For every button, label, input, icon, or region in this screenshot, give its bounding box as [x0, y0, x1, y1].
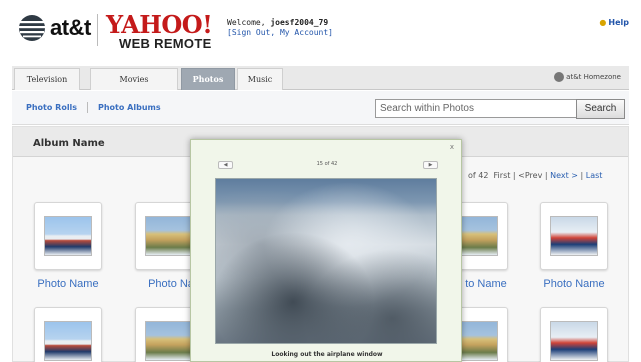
- pager: of 42 First | <Prev | Next > | Last: [468, 171, 603, 180]
- yahoo-wordmark: YAHOO!: [106, 10, 213, 39]
- account-links[interactable]: [Sign Out, My Account]: [227, 28, 333, 38]
- welcome-message: Welcome, joesf2004_79: [227, 18, 328, 28]
- next-photo-button[interactable]: ▶: [423, 161, 438, 169]
- main-tab-bar: Television Movies Photos Music at&t Home…: [12, 66, 629, 90]
- pager-last[interactable]: Last: [586, 171, 603, 180]
- photo-viewer-modal: x ◀ 15 of 42 ▶ Looking out the airplane …: [190, 139, 462, 362]
- tab-television[interactable]: Television: [14, 68, 80, 90]
- photo-albums-link[interactable]: Photo Albums: [98, 103, 161, 112]
- photos-subnav: Photo Rolls Photo Albums Search within P…: [12, 91, 629, 125]
- help-link[interactable]: ● Help: [599, 18, 629, 27]
- tab-movies[interactable]: Movies: [90, 68, 178, 90]
- tab-music[interactable]: Music: [237, 68, 283, 90]
- pager-first[interactable]: First: [494, 171, 511, 180]
- photo-name[interactable]: Photo Name: [25, 278, 111, 290]
- tab-photos[interactable]: Photos: [181, 68, 235, 90]
- pager-count: of 42: [468, 171, 489, 180]
- viewer-photo: [215, 178, 437, 344]
- pager-prev[interactable]: <Prev: [518, 171, 542, 180]
- att-globe-small-icon: [554, 72, 565, 82]
- album-name: Album Name: [33, 138, 105, 149]
- product-name: WEB REMOTE: [119, 36, 212, 51]
- photo-thumbnail[interactable]: [540, 307, 608, 362]
- search-input[interactable]: Search within Photos: [375, 99, 601, 118]
- photo-image: [145, 216, 193, 256]
- help-label: Help: [608, 18, 629, 27]
- photo-image: [44, 216, 92, 256]
- photo-rolls-link[interactable]: Photo Rolls: [26, 103, 77, 112]
- photo-image: [550, 321, 598, 361]
- welcome-prefix: Welcome,: [227, 18, 271, 27]
- photo-name[interactable]: Photo Name: [531, 278, 617, 290]
- photo-image: [44, 321, 92, 361]
- photo-thumbnail[interactable]: [34, 307, 102, 362]
- search-button[interactable]: Search: [576, 99, 625, 119]
- photo-thumbnail[interactable]: [34, 202, 102, 270]
- att-wordmark: at&t: [50, 15, 91, 40]
- photo-caption: Looking out the airplane window: [271, 351, 383, 358]
- close-icon[interactable]: x: [450, 143, 454, 151]
- homezone-label: at&t Homezone: [566, 73, 621, 81]
- homezone-brand: at&t Homezone: [554, 72, 621, 82]
- photo-thumbnail[interactable]: [540, 202, 608, 270]
- lightbulb-icon: ●: [599, 18, 607, 27]
- app-header: at&t YAHOO! WEB REMOTE Welcome, joesf200…: [0, 0, 641, 62]
- photo-image: [550, 216, 598, 256]
- subnav-divider: [87, 102, 88, 113]
- username: joesf2004_79: [270, 18, 329, 27]
- logo-divider: [97, 14, 98, 46]
- chevron-right-icon: ▶: [428, 162, 433, 168]
- pager-next[interactable]: Next >: [550, 171, 578, 180]
- att-globe-logo-icon: [19, 15, 45, 41]
- photo-image: [145, 321, 193, 361]
